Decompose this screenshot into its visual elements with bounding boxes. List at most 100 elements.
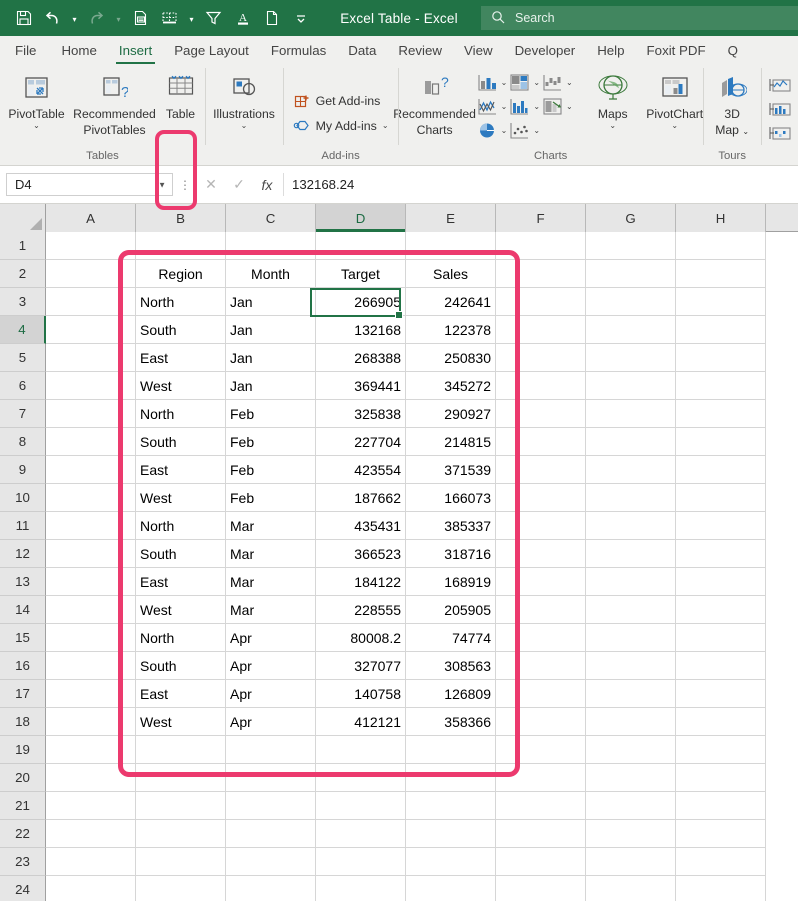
cell-F11[interactable] xyxy=(496,512,586,540)
hierarchy-chart-dropdown-icon[interactable]: ⌄ xyxy=(533,78,540,87)
select-all-corner[interactable] xyxy=(0,204,46,232)
cell-H18[interactable] xyxy=(676,708,766,736)
cell-H19[interactable] xyxy=(676,736,766,764)
cell-H6[interactable] xyxy=(676,372,766,400)
table-row[interactable]: North Mar 435431 385337 xyxy=(46,512,798,540)
cell-F22[interactable] xyxy=(496,820,586,848)
cell-G3[interactable] xyxy=(586,288,676,316)
cell-D4[interactable]: 132168 xyxy=(316,316,406,344)
row-header-17[interactable]: 17 xyxy=(0,680,46,708)
cell-E3[interactable]: 242641 xyxy=(406,288,496,316)
row-header-23[interactable]: 23 xyxy=(0,848,46,876)
cell-B15[interactable]: North xyxy=(136,624,226,652)
name-box[interactable]: D4 ▼ xyxy=(6,173,173,196)
cell-C13[interactable]: Mar xyxy=(226,568,316,596)
tab-page-layout[interactable]: Page Layout xyxy=(163,36,260,64)
ribbon-tab-bar[interactable]: File Home Insert Page Layout Formulas Da… xyxy=(0,36,798,64)
line-chart-button[interactable]: ⌄ xyxy=(477,97,508,116)
cell-A19[interactable] xyxy=(46,736,136,764)
cell-G22[interactable] xyxy=(586,820,676,848)
cell-B22[interactable] xyxy=(136,820,226,848)
font-color-icon[interactable]: A xyxy=(229,5,256,31)
cell-F15[interactable] xyxy=(496,624,586,652)
cell-C7[interactable]: Feb xyxy=(226,400,316,428)
cell-F10[interactable] xyxy=(496,484,586,512)
cell-C19[interactable] xyxy=(226,736,316,764)
table-row[interactable]: West Apr 412121 358366 xyxy=(46,708,798,736)
cell-B12[interactable]: South xyxy=(136,540,226,568)
cell-E4[interactable]: 122378 xyxy=(406,316,496,344)
cell-G23[interactable] xyxy=(586,848,676,876)
cell-D13[interactable]: 184122 xyxy=(316,568,406,596)
cell-E10[interactable]: 166073 xyxy=(406,484,496,512)
cell-H1[interactable] xyxy=(676,232,766,260)
cell-B11[interactable]: North xyxy=(136,512,226,540)
cell-H3[interactable] xyxy=(676,288,766,316)
cell-A23[interactable] xyxy=(46,848,136,876)
search-input[interactable]: Search xyxy=(481,6,798,30)
cell-F20[interactable] xyxy=(496,764,586,792)
cell-G4[interactable] xyxy=(586,316,676,344)
column-header-e[interactable]: E xyxy=(406,204,496,232)
row-header-5[interactable]: 5 xyxy=(0,344,46,372)
cell-A6[interactable] xyxy=(46,372,136,400)
cell-D23[interactable] xyxy=(316,848,406,876)
cell-G21[interactable] xyxy=(586,792,676,820)
cell-B18[interactable]: West xyxy=(136,708,226,736)
cell-E18[interactable]: 358366 xyxy=(406,708,496,736)
table-row[interactable] xyxy=(46,792,798,820)
tab-insert[interactable]: Insert xyxy=(108,36,163,64)
line-chart-dropdown-icon[interactable]: ⌄ xyxy=(501,102,508,111)
hierarchy-chart-button[interactable]: ⌄ xyxy=(509,73,540,92)
cell-D14[interactable]: 228555 xyxy=(316,596,406,624)
cell-A10[interactable] xyxy=(46,484,136,512)
cell-E6[interactable]: 345272 xyxy=(406,372,496,400)
cell-F6[interactable] xyxy=(496,372,586,400)
cell-G19[interactable] xyxy=(586,736,676,764)
cell-H21[interactable] xyxy=(676,792,766,820)
pie-chart-button[interactable]: ⌄ xyxy=(477,121,507,140)
cell-E19[interactable] xyxy=(406,736,496,764)
cell-E8[interactable]: 214815 xyxy=(406,428,496,456)
pivottable-button[interactable]: PivotTable ⌄ xyxy=(3,67,71,131)
cell-A8[interactable] xyxy=(46,428,136,456)
cell-E15[interactable]: 74774 xyxy=(406,624,496,652)
undo-dropdown-icon[interactable]: ▾ xyxy=(68,5,81,31)
cell-E21[interactable] xyxy=(406,792,496,820)
cell-C8[interactable]: Feb xyxy=(226,428,316,456)
cell-C17[interactable]: Apr xyxy=(226,680,316,708)
waterfall-chart-button[interactable]: ⌄ xyxy=(542,73,573,92)
cell-B23[interactable] xyxy=(136,848,226,876)
pivottable-dropdown-icon[interactable]: ⌄ xyxy=(33,121,40,131)
chart-type-gallery[interactable]: ⌄ ⌄ ⌄ ⌄ ⌄ ⌄ ⌄ ⌄ xyxy=(477,67,575,142)
cell-F13[interactable] xyxy=(496,568,586,596)
cell-D21[interactable] xyxy=(316,792,406,820)
3d-map-button[interactable]: 3D Map ⌄ xyxy=(705,67,759,139)
row-header-21[interactable]: 21 xyxy=(0,792,46,820)
cell-G2[interactable] xyxy=(586,260,676,288)
cell-B14[interactable]: West xyxy=(136,596,226,624)
tab-review[interactable]: Review xyxy=(387,36,453,64)
row-header-12[interactable]: 12 xyxy=(0,540,46,568)
cell-G16[interactable] xyxy=(586,652,676,680)
tab-file[interactable]: File xyxy=(0,36,50,64)
cell-E17[interactable]: 126809 xyxy=(406,680,496,708)
table-row[interactable] xyxy=(46,736,798,764)
save-icon[interactable] xyxy=(10,5,37,31)
cell-H9[interactable] xyxy=(676,456,766,484)
cell-B3[interactable]: North xyxy=(136,288,226,316)
cell-G6[interactable] xyxy=(586,372,676,400)
row-header-8[interactable]: 8 xyxy=(0,428,46,456)
illustrations-button[interactable]: Illustrations ⌄ xyxy=(207,67,281,131)
cell-H23[interactable] xyxy=(676,848,766,876)
cell-B21[interactable] xyxy=(136,792,226,820)
cell-F9[interactable] xyxy=(496,456,586,484)
column-chart-dropdown-icon[interactable]: ⌄ xyxy=(501,78,508,87)
cell-B16[interactable]: South xyxy=(136,652,226,680)
cell-E16[interactable]: 308563 xyxy=(406,652,496,680)
tab-foxit-pdf[interactable]: Foxit PDF xyxy=(636,36,717,64)
cancel-icon[interactable]: ✕ xyxy=(197,173,225,196)
cell-H16[interactable] xyxy=(676,652,766,680)
cell-F19[interactable] xyxy=(496,736,586,764)
cell-H12[interactable] xyxy=(676,540,766,568)
